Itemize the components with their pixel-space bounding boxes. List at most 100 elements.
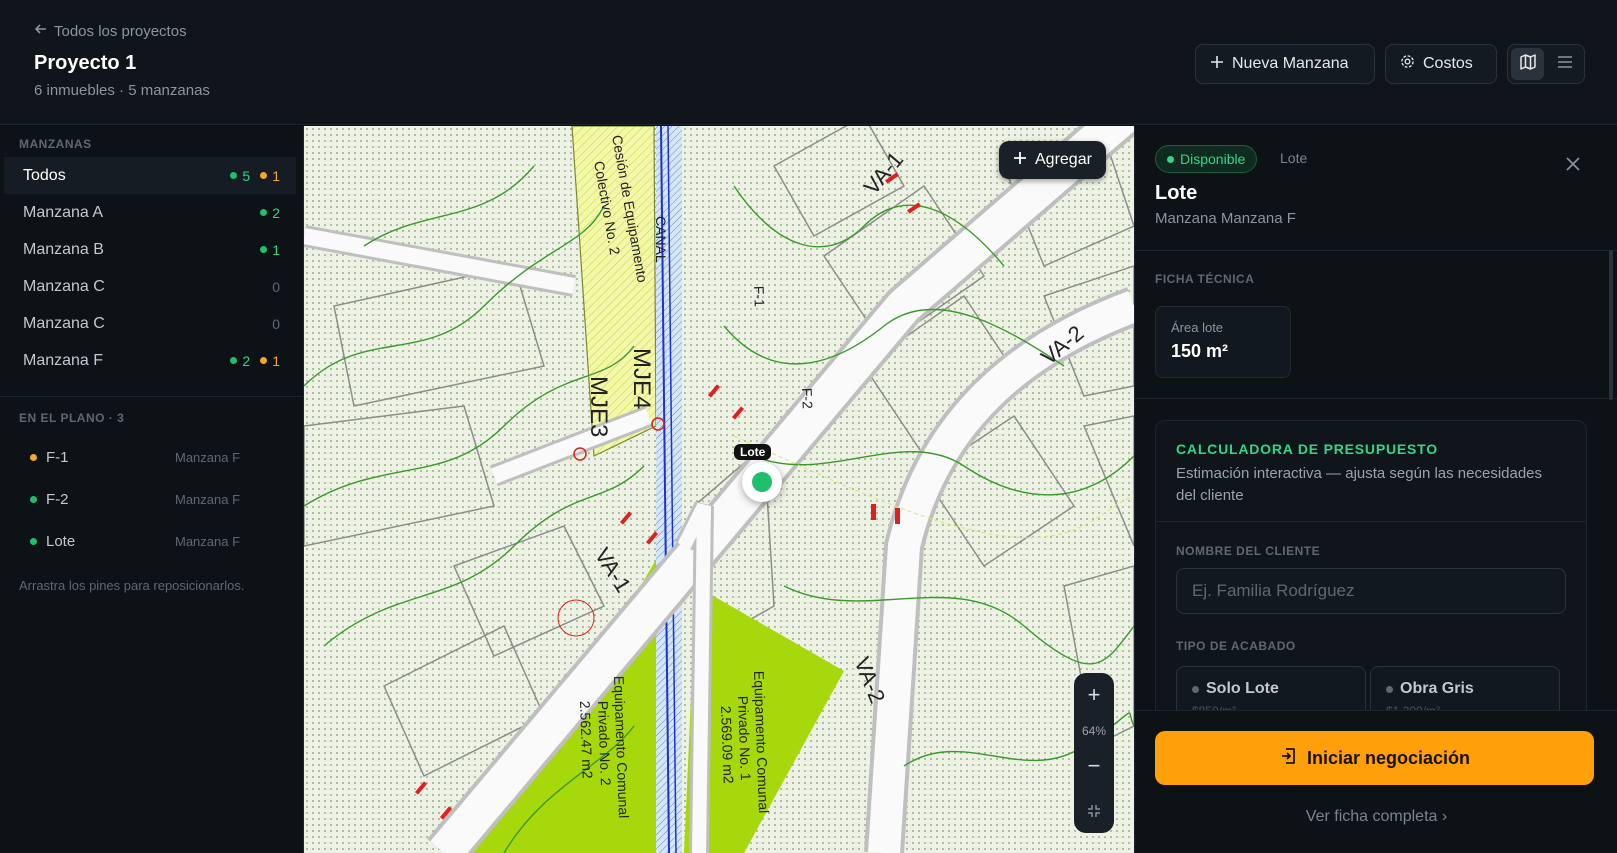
new-block-button[interactable]: Nueva Manzana	[1195, 44, 1375, 84]
finish-type-label: TIPO DE ACABADO	[1176, 639, 1296, 653]
available-count: 2	[260, 205, 280, 221]
start-negotiation-label: Iniciar negociación	[1306, 747, 1471, 768]
zoom-level: 64%	[1081, 723, 1107, 738]
drag-hint: Arrastra los pines para reposicionarlos.	[19, 578, 245, 593]
equip1-sub: Privado No. 1	[735, 696, 754, 782]
manzanas-section-label: MANZANAS	[19, 137, 92, 151]
budget-calculator: CALCULADORA DE PRESUPUESTO Estimación in…	[1155, 420, 1587, 740]
add-pin-label: Agregar	[1035, 151, 1092, 168]
status-dot	[30, 537, 37, 545]
reserved-count: 1	[260, 168, 280, 184]
available-count: 1	[260, 242, 280, 258]
chevron-right-icon: ›	[1441, 808, 1448, 825]
divider	[0, 396, 303, 397]
finish-option-label: Obra Gris	[1400, 680, 1474, 697]
zoom-out-button[interactable]: −	[1078, 750, 1110, 782]
manzanas-list: Todos 5 1 Manzana A 2 Manzana B 1 Manzan…	[4, 157, 296, 379]
list-view-button[interactable]	[1548, 48, 1581, 80]
radio-dot	[1192, 685, 1199, 693]
manzana-label: Manzana C	[23, 314, 105, 332]
gear-icon	[1400, 54, 1415, 74]
pin-status-dot	[752, 472, 772, 492]
equip2-area: 2.562.47 m2	[577, 701, 596, 780]
unit-title: Lote	[1155, 182, 1198, 204]
reserved-count: 1	[260, 353, 280, 369]
start-negotiation-button[interactable]: Iniciar negociación	[1155, 731, 1594, 785]
unit-block: Manzana Manzana F	[1155, 210, 1296, 227]
manzana-item-c-2[interactable]: Manzana C 0	[4, 305, 296, 342]
mje4-label: MJE4	[628, 348, 655, 409]
arrow-left-icon	[34, 22, 48, 40]
calculator-title: CALCULADORA DE PRESUPUESTO	[1176, 441, 1438, 457]
map-pin-lote[interactable]	[742, 462, 782, 502]
status-dot	[1167, 155, 1174, 163]
unit-type: Lote	[1280, 150, 1308, 166]
manzana-item-c[interactable]: Manzana C 0	[4, 268, 296, 305]
mje3-label: MJE3	[585, 376, 612, 437]
f2-label: F-2	[799, 388, 816, 410]
status-dot	[30, 495, 37, 503]
plus-icon	[1013, 151, 1027, 170]
plano-section-label: EN EL PLANO · 3	[19, 411, 125, 425]
map-view-button[interactable]	[1511, 48, 1544, 80]
client-name-input[interactable]	[1176, 568, 1566, 614]
view-full-sheet-label: Ver ficha completa	[1305, 808, 1438, 825]
close-icon	[1566, 154, 1580, 176]
detail-panel: Disponible Lote Lote Manzana Manzana F F…	[1134, 126, 1617, 853]
back-to-projects-link[interactable]: Todos los proyectos	[34, 22, 187, 40]
costs-button[interactable]: Costos	[1385, 44, 1497, 84]
manzana-item-f[interactable]: Manzana F 2 1	[4, 342, 296, 379]
manzana-label: Todos	[23, 166, 66, 184]
door-enter-icon	[1279, 747, 1297, 770]
panel-scrollbar[interactable]	[1609, 250, 1613, 400]
panel-footer: Iniciar negociación Ver ficha completa ›	[1135, 710, 1617, 853]
zoom-controls: + 64% −	[1074, 673, 1114, 833]
pin-item-lote[interactable]: Lote Manzana F	[0, 520, 303, 562]
radio-dot	[1386, 685, 1393, 693]
list-icon	[1557, 55, 1573, 74]
manzana-label: Manzana A	[23, 203, 104, 221]
manzana-item-todos[interactable]: Todos 5 1	[4, 157, 296, 194]
divider	[1135, 398, 1617, 399]
add-pin-button[interactable]: Agregar	[999, 141, 1106, 179]
calculator-description: Estimación interactiva — ajusta según la…	[1176, 465, 1543, 504]
zero-count: 0	[272, 315, 280, 332]
project-title: Proyecto 1	[34, 52, 137, 74]
plus-icon	[1210, 55, 1224, 74]
manzana-label: Manzana F	[23, 351, 104, 369]
divider	[1135, 250, 1617, 251]
area-value: 150 m²	[1171, 341, 1229, 361]
zoom-in-button[interactable]: +	[1078, 679, 1110, 711]
client-name-label: NOMBRE DEL CLIENTE	[1176, 544, 1321, 558]
canal-label: CANAL	[653, 216, 669, 263]
area-label: Área lote	[1171, 320, 1224, 335]
costs-label: Costos	[1423, 55, 1473, 72]
manzana-label: Manzana B	[23, 240, 104, 258]
area-card: Área lote 150 m²	[1155, 306, 1291, 378]
manzana-item-a[interactable]: Manzana A 2	[4, 194, 296, 231]
pins-list: F-1 Manzana F F-2 Manzana F Lote Manzana…	[0, 436, 303, 562]
site-plan-map[interactable]: MJE3 MJE4 VA-1 VA-2 VA-2 VA-1 Cesión de …	[304, 126, 1134, 853]
status-dot	[30, 453, 37, 461]
map-icon	[1519, 53, 1537, 76]
pin-item-f1[interactable]: F-1 Manzana F	[0, 436, 303, 478]
fit-view-button[interactable]	[1078, 795, 1110, 827]
zero-count: 0	[272, 278, 280, 295]
new-block-label: Nueva Manzana	[1232, 55, 1349, 72]
pin-item-f2[interactable]: F-2 Manzana F	[0, 478, 303, 520]
pin-block: Manzana F	[175, 533, 241, 549]
f1-label: F-1	[751, 286, 768, 308]
manzana-item-b[interactable]: Manzana B 1	[4, 231, 296, 268]
pin-label: Lote	[46, 532, 76, 550]
view-full-sheet-link[interactable]: Ver ficha completa ›	[1135, 808, 1617, 826]
equip2-sub: Privado No. 2	[595, 701, 614, 787]
finish-option-label: Solo Lote	[1206, 680, 1279, 697]
pin-block: Manzana F	[175, 449, 241, 465]
equip1-area: 2.569.09 m2	[718, 706, 737, 785]
back-link-label: Todos los proyectos	[54, 22, 187, 40]
close-panel-button[interactable]	[1566, 154, 1580, 177]
site-plan-drawing: MJE3 MJE4 VA-1 VA-2 VA-2 VA-1 Cesión de …	[304, 126, 1134, 853]
ficha-tecnica-label: FICHA TÉCNICA	[1155, 272, 1255, 286]
divider	[1156, 521, 1586, 522]
top-header: Todos los proyectos Proyecto 1 6 inmuebl…	[0, 0, 1617, 125]
